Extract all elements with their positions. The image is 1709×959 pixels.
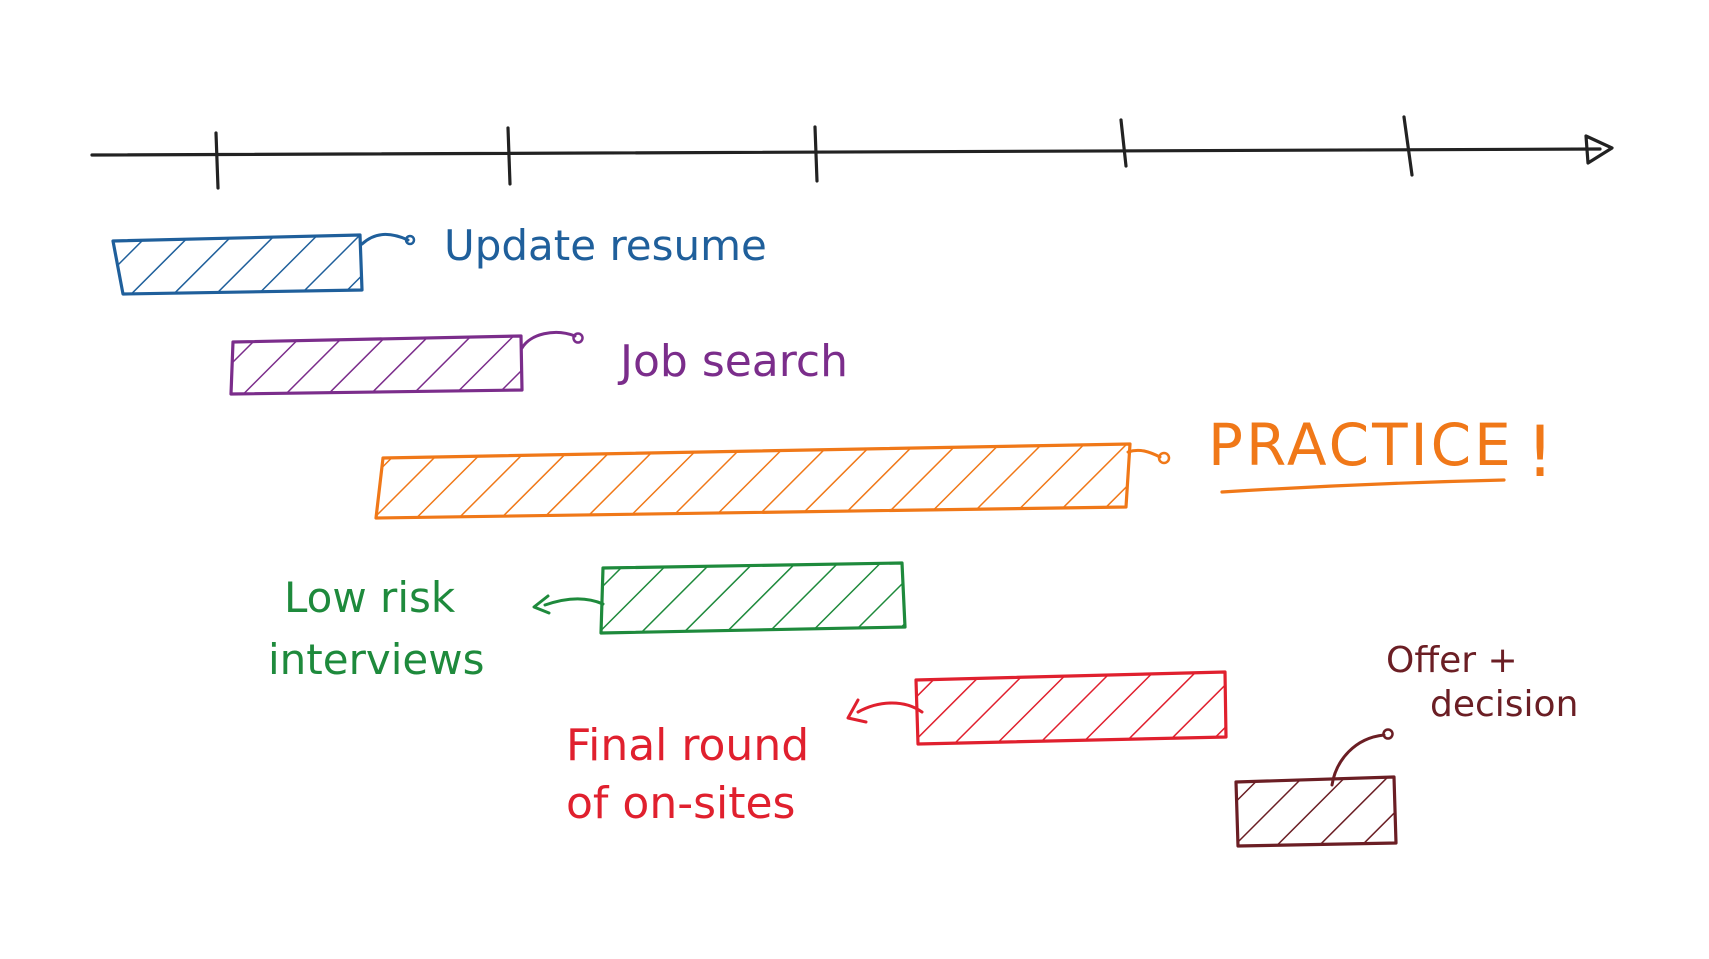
task-label-final-round-line1: Final round	[566, 720, 809, 771]
task-label-offer-line2: decision	[1430, 684, 1578, 725]
axis-tick-1	[214, 131, 220, 190]
task-bar-job-search	[229, 334, 524, 396]
axis-tick-5	[1402, 115, 1414, 177]
practice-underline	[1220, 478, 1506, 494]
timeline-diagram: Update resume Job search PRACTICE ! Low …	[90, 115, 1614, 848]
task-label-final-round-line2: of on-sites	[566, 778, 795, 829]
task-label-update-resume: Update resume	[444, 221, 767, 270]
task-arrow-practice	[1126, 448, 1162, 459]
task-practice: PRACTICE !	[374, 411, 1554, 520]
task-bar-update-resume	[111, 233, 364, 296]
task-bar-final-round	[914, 670, 1228, 746]
task-low-risk-interviews: Low risk interviews	[268, 561, 907, 684]
axis-tick-2	[506, 126, 512, 186]
axis-tick-4	[1119, 118, 1128, 168]
task-label-job-search: Job search	[617, 336, 848, 387]
task-label-practice: PRACTICE	[1208, 411, 1514, 479]
task-final-round: Final round of on-sites	[566, 670, 1228, 829]
task-label-low-risk-line1: Low risk	[284, 573, 456, 622]
task-offer-decision: Offer + decision	[1234, 640, 1578, 848]
task-job-search: Job search	[229, 331, 848, 396]
task-bar-practice	[374, 442, 1132, 520]
timeline-axis	[90, 115, 1614, 190]
task-arrow-low-risk-interviews	[543, 597, 605, 607]
task-label-offer-line1: Offer +	[1386, 640, 1518, 681]
task-arrow-final-round	[856, 701, 924, 714]
task-label-practice-exclaim: !	[1526, 411, 1554, 493]
task-bar-offer-decision	[1234, 775, 1398, 848]
axis-line	[90, 147, 1602, 157]
task-arrow-job-search	[520, 331, 577, 350]
task-arrow-update-resume	[360, 233, 410, 246]
arrow-tip-dot	[572, 332, 584, 344]
task-label-low-risk-line2: interviews	[268, 635, 484, 684]
task-update-resume: Update resume	[111, 221, 767, 296]
axis-tick-3	[813, 125, 819, 183]
arrow-tip-dot	[404, 234, 416, 246]
task-bar-low-risk-interviews	[599, 561, 907, 635]
